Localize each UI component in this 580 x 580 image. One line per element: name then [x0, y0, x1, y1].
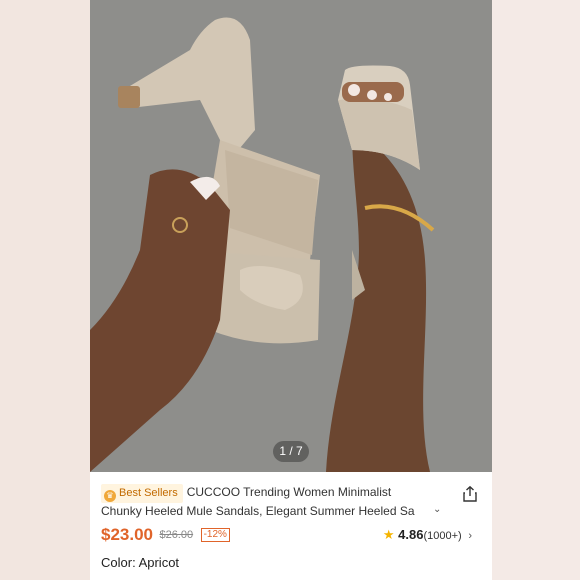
current-price: $23.00: [101, 525, 153, 544]
rating-summary[interactable]: ★ 4.86(1000+) ›: [383, 527, 472, 543]
product-info: ♛ Best Sellers CUCCOO Trending Women Mini…: [90, 472, 492, 580]
product-title-line2: Chunky Heeled Mule Sandals, Elegant Summ…: [101, 504, 415, 518]
badge-label: Best Sellers: [119, 487, 178, 499]
product-title-block[interactable]: ♛ Best Sellers CUCCOO Trending Women Mini…: [101, 484, 451, 519]
color-label: Color: Apricot: [101, 555, 180, 570]
background-left: [0, 0, 90, 580]
background-right: [492, 0, 580, 580]
crown-icon: ♛: [104, 490, 116, 502]
discount-badge: -12%: [200, 528, 230, 542]
chevron-right-icon: ›: [468, 530, 472, 542]
price-row: $23.00 $26.00 -12% ★ 4.86(1000+) ›: [101, 525, 486, 547]
product-card: 1 / 7 ♛ Best Sellers CUCCOO Trending Wome…: [90, 0, 492, 580]
rating-score: 4.86: [398, 527, 424, 542]
review-count: (1000+): [423, 530, 462, 542]
best-sellers-badge[interactable]: ♛ Best Sellers: [101, 484, 183, 503]
product-title-line1: CUCCOO Trending Women Minimalist: [186, 485, 392, 499]
share-icon[interactable]: [461, 485, 479, 503]
product-photo-illustration: [90, 0, 492, 472]
star-icon: ★: [382, 527, 395, 542]
image-counter: 1 / 7: [273, 441, 309, 462]
product-image[interactable]: 1 / 7: [90, 0, 492, 472]
original-price: $26.00: [159, 529, 194, 541]
chevron-down-icon[interactable]: ⌄: [433, 504, 441, 515]
